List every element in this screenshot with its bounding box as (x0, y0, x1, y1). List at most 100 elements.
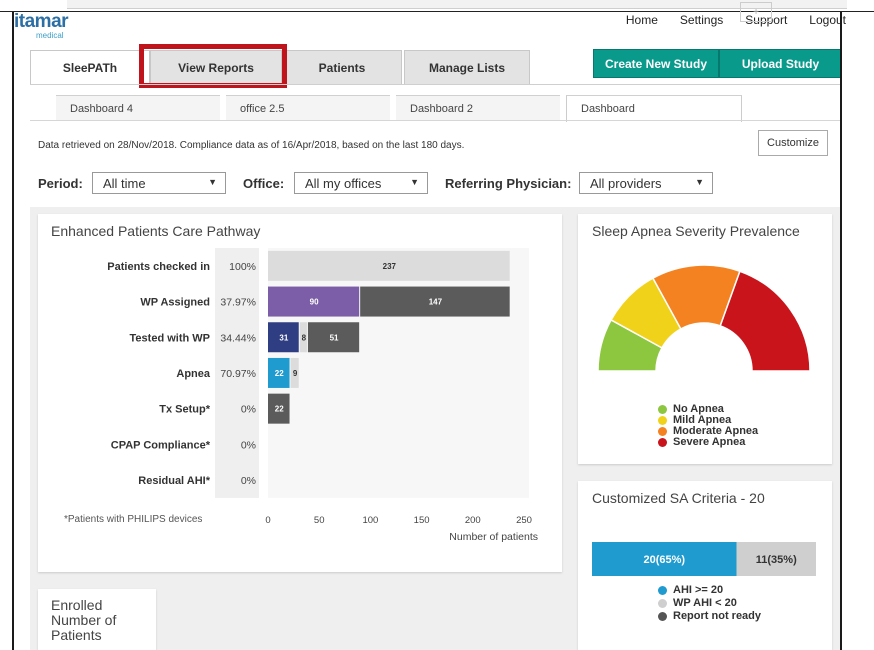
data-retrieved-note: Data retrieved on 28/Nov/2018. Complianc… (38, 140, 465, 151)
legend-item: AHI >= 20 (658, 584, 761, 597)
dashboard-tab-office-2-5[interactable]: office 2.5 (226, 95, 390, 121)
bar-value-label: 22 (275, 405, 284, 414)
category-label: Tx Setup* (159, 404, 210, 416)
office-select[interactable]: All my offices ▼ (294, 172, 428, 194)
sa-criteria-card: Customized SA Criteria - 20 20(65%) 11(35… (578, 481, 832, 650)
x-tick-label: 200 (465, 515, 481, 526)
top-navigation: Home Settings Support Logout (626, 13, 846, 27)
severity-legend: No Apnea Mild Apnea Moderate Apnea Sever… (658, 404, 758, 448)
highlight-box (139, 44, 287, 88)
tab-patients-label: Patients (318, 60, 366, 75)
logo-text: itamar (14, 11, 69, 32)
logo-subtext: medical (36, 31, 64, 40)
philips-footnote: *Patients with PHILIPS devices (64, 514, 203, 525)
legend-dot-not-ready (658, 612, 667, 621)
dashboard-tab-dashboard-4[interactable]: Dashboard 4 (56, 95, 220, 121)
tab-manage-lists[interactable]: Manage Lists (404, 50, 530, 84)
bar-value-label: 237 (383, 262, 397, 271)
x-tick-label: 0 (265, 515, 270, 526)
referring-physician-select[interactable]: All providers ▼ (579, 172, 713, 194)
category-percent: 70.97% (220, 368, 256, 380)
bar-value-label: 8 (302, 333, 307, 342)
legend-label: WP AHI < 20 (673, 597, 737, 609)
severity-card: Sleep Apnea Severity Prevalence No Apnea… (578, 214, 832, 464)
itamar-logo[interactable]: itamar medical (14, 11, 69, 41)
enrolled-title-line: Number of (51, 612, 117, 628)
category-percent: 37.97% (220, 297, 256, 309)
app-frame: itamar medical Home Settings Support Log… (0, 0, 874, 650)
physician-select-value: All providers (590, 175, 662, 191)
create-new-study-button[interactable]: Create New Study (593, 49, 719, 78)
chevron-down-icon: ▼ (410, 177, 419, 187)
tab-patients[interactable]: Patients (282, 50, 402, 84)
plot-area (268, 248, 529, 498)
bar-value-label: 22 (275, 369, 284, 378)
category-percent: 0% (241, 404, 256, 416)
chevron-down-icon: ▼ (208, 177, 217, 187)
category-label: Residual AHI* (138, 475, 210, 487)
bar-value-label: 90 (310, 298, 319, 307)
category-percent: 34.44% (220, 332, 256, 344)
dashboard-tab-label: Dashboard 2 (410, 102, 473, 115)
bar-value-label: 9 (293, 369, 298, 378)
category-label: Apnea (176, 368, 211, 380)
legend-item: WP AHI < 20 (658, 597, 761, 610)
filter-bar: Period: All time ▼ Office: All my office… (38, 172, 828, 196)
tab-manage-lists-label: Manage Lists (428, 60, 506, 75)
bar-value-label: 147 (429, 298, 443, 307)
sa-criteria-chart: 20(65%) 11(35%) (592, 542, 816, 576)
category-label: CPAP Compliance* (111, 439, 211, 451)
category-label: Patients checked in (107, 261, 210, 273)
sa-criteria-legend: AHI >= 20 WP AHI < 20 Report not ready (658, 584, 761, 623)
x-tick-label: 150 (414, 515, 430, 526)
referring-physician-label: Referring Physician: (445, 176, 572, 191)
enrolled-patients-card: Enrolled Number of Patients (38, 589, 156, 650)
dashboard-tab-label: Dashboard (581, 103, 635, 115)
legend-label: Report not ready (673, 610, 762, 622)
dashboard-tab-dashboard[interactable]: Dashboard (566, 95, 742, 122)
legend-dot-severe-apnea (658, 438, 667, 447)
x-tick-label: 100 (362, 515, 378, 526)
category-label: WP Assigned (140, 297, 210, 309)
legend-dot-moderate-apnea (658, 427, 667, 436)
legend-dot-no-apnea (658, 405, 667, 414)
nav-home-link[interactable]: Home (626, 13, 658, 27)
tab-sleepath-label: SleePATh (62, 61, 118, 75)
bar-value-label: 31 (279, 333, 288, 342)
legend-label: Severe Apnea (673, 436, 746, 448)
criteria-bar-label: 20(65%) (643, 554, 685, 566)
bar-value-label: 51 (330, 333, 339, 342)
period-select[interactable]: All time ▼ (92, 172, 226, 194)
x-tick-label: 50 (314, 515, 325, 526)
period-select-value: All time (103, 175, 146, 191)
legend-dot-ahi-low (658, 599, 667, 608)
legend-dot-ahi-high (658, 586, 667, 595)
category-label: Tested with WP (130, 332, 210, 344)
x-axis-label: Number of patients (449, 531, 538, 543)
enrolled-title-line: Enrolled (51, 597, 103, 613)
x-tick-label: 250 (516, 515, 532, 526)
nav-settings-link[interactable]: Settings (680, 13, 723, 27)
category-percent: 100% (229, 261, 256, 273)
enrolled-title-line: Patients (51, 627, 102, 643)
upload-study-button[interactable]: Upload Study (719, 49, 842, 78)
care-pathway-card: Enhanced Patients Care Pathway Patients … (38, 214, 562, 572)
chevron-down-icon: ▼ (695, 177, 704, 187)
criteria-bar-label: 11(35%) (756, 554, 797, 566)
add-dashboard-tab-button[interactable]: + (740, 2, 772, 22)
customize-button[interactable]: Customize (758, 130, 828, 156)
legend-item: Severe Apnea (658, 437, 758, 448)
legend-item: Report not ready (658, 610, 761, 623)
dashboard-tab-label: Dashboard 4 (70, 102, 133, 115)
category-percent: 0% (241, 439, 256, 451)
period-label: Period: (38, 176, 83, 191)
enrolled-title: Enrolled Number of Patients (51, 598, 116, 643)
office-select-value: All my offices (305, 175, 382, 191)
office-label: Office: (243, 176, 285, 191)
dashboard-tab-label: office 2.5 (240, 102, 285, 115)
category-percent: 0% (241, 475, 256, 487)
tab-sleepath[interactable]: SleePATh (30, 50, 150, 85)
legend-dot-mild-apnea (658, 416, 667, 425)
dashboard-tab-dashboard-2[interactable]: Dashboard 2 (396, 95, 560, 121)
legend-label: AHI >= 20 (673, 584, 724, 596)
